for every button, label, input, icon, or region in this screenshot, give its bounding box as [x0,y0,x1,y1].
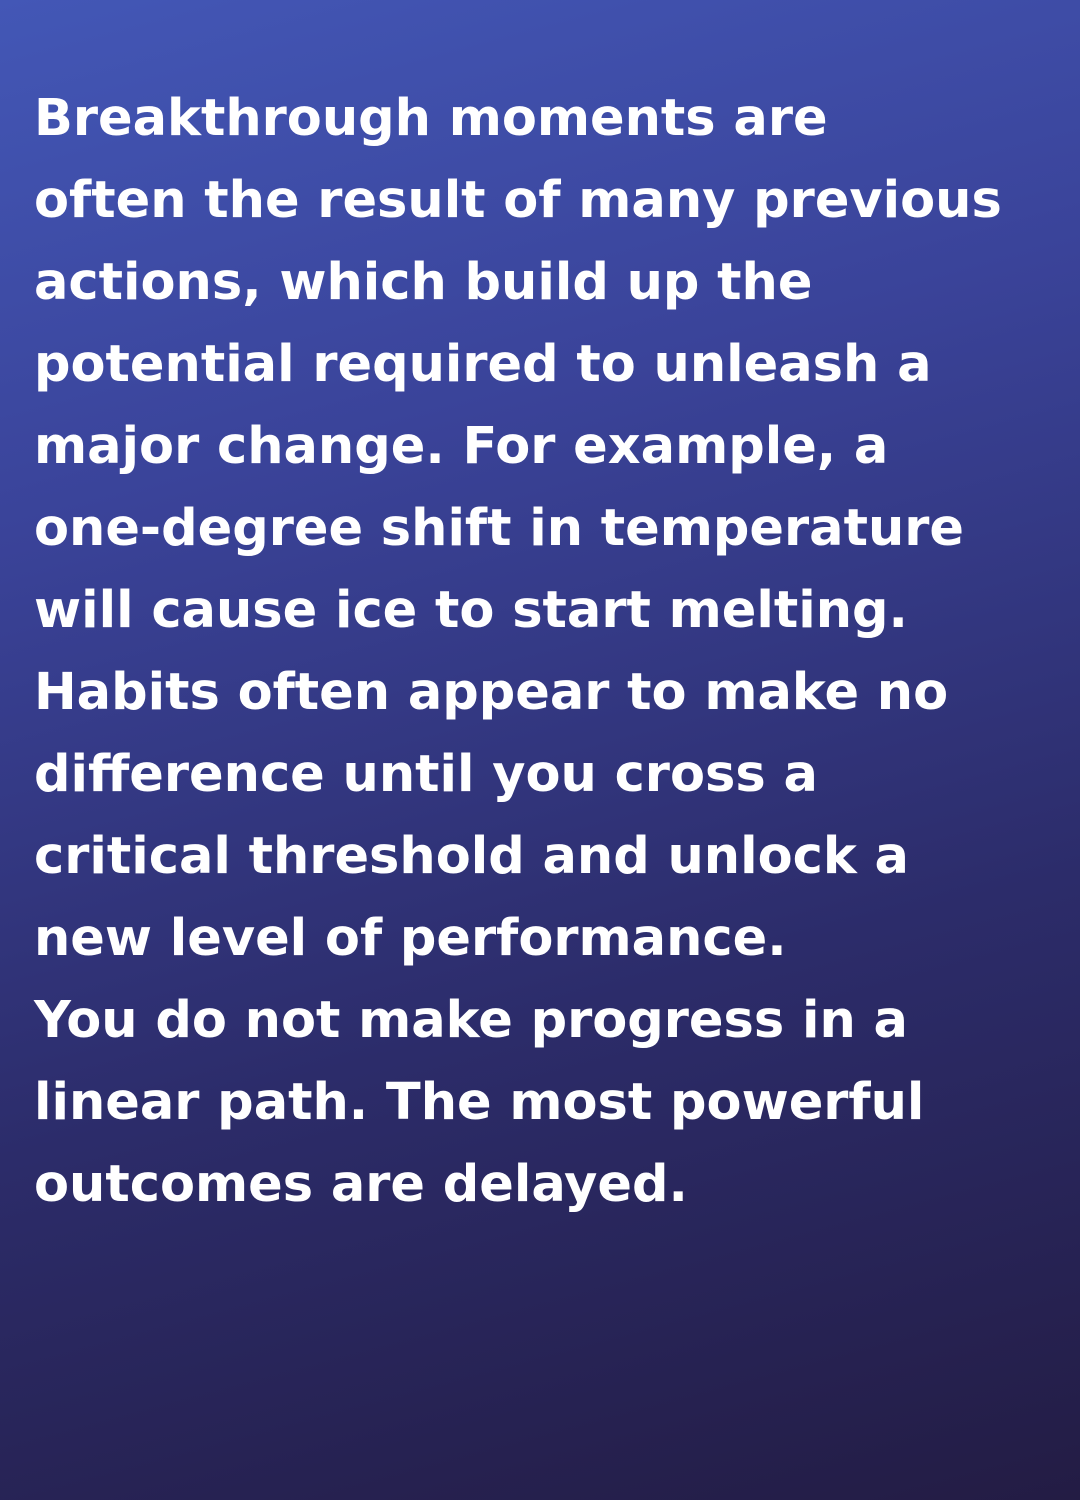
quote-line: often the result of many previous [34,171,1002,230]
quote-line: major change. For example, a [34,417,889,476]
quote-line: one-degree shift in temperature [34,499,965,558]
quote-line: potential required to unleash a [34,335,932,394]
quote-line: actions, which build up the [34,253,813,312]
quote-line: Habits often appear to make no [34,663,949,722]
quote-line: Breakthrough moments are [34,89,828,148]
quote-line: You do not make progress in a [34,991,908,1050]
quote-text: Breakthrough moments are often the resul… [34,78,1064,1226]
quote-line: critical threshold and unlock a [34,827,909,886]
quote-line: linear path. The most powerful [34,1073,925,1132]
quote-line: outcomes are delayed. [34,1155,688,1214]
quote-line: new level of performance. [34,909,787,968]
quote-line: will cause ice to start melting. [34,581,908,640]
quote-line: difference until you cross a [34,745,818,804]
quote-card: Breakthrough moments are often the resul… [0,0,1080,1500]
